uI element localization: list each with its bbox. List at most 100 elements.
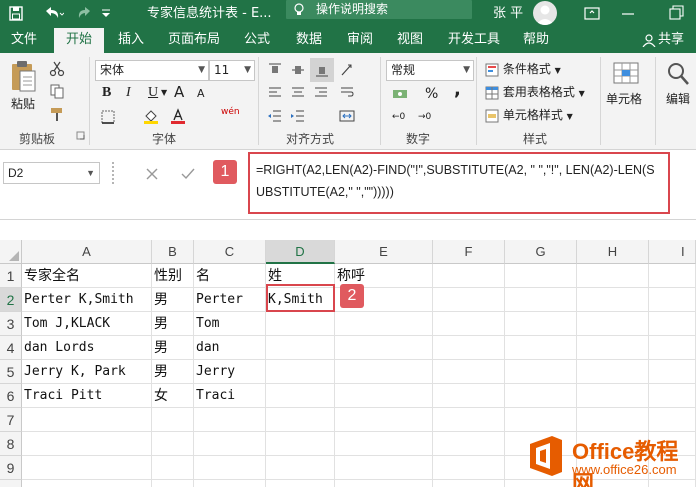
cell-A1[interactable]: 专家全名 — [22, 264, 152, 288]
row-header-1[interactable]: 1 — [0, 264, 22, 288]
percent-button[interactable]: % — [425, 85, 438, 103]
grid-cell[interactable] — [266, 336, 335, 360]
grid-cell[interactable] — [433, 264, 505, 288]
phonetic-button[interactable]: wén — [221, 103, 240, 121]
grid-cell[interactable] — [266, 384, 335, 408]
row-header-8[interactable]: 8 — [0, 432, 22, 456]
grid-cell[interactable] — [266, 312, 335, 336]
grid-cell[interactable] — [577, 336, 649, 360]
paste-button[interactable]: 粘贴 — [8, 59, 38, 117]
grid-cell[interactable] — [433, 384, 505, 408]
grid-cell[interactable] — [433, 432, 505, 456]
grid-cell[interactable] — [577, 408, 649, 432]
wrap-text-icon[interactable] — [339, 85, 355, 101]
grid-cell[interactable] — [335, 456, 433, 480]
cell-C3[interactable]: Tom — [194, 312, 266, 336]
grid-cell[interactable] — [152, 408, 194, 432]
column-header-G[interactable]: G — [505, 240, 577, 264]
align-right-icon[interactable] — [313, 85, 329, 101]
number-format-combo[interactable]: 常规 ▼ — [386, 60, 474, 81]
conditional-format-button[interactable]: 条件格式 ▼ — [485, 60, 561, 80]
grid-cell[interactable] — [152, 480, 194, 487]
border-icon[interactable] — [100, 109, 116, 125]
column-header-A[interactable]: A — [22, 240, 152, 264]
grid-cell[interactable] — [152, 432, 194, 456]
grid-cell[interactable] — [433, 312, 505, 336]
font-name-combo[interactable]: 宋体 ▼ — [95, 60, 209, 81]
cell-A3[interactable]: Tom J,KLACK — [22, 312, 152, 336]
grid-cell[interactable] — [266, 360, 335, 384]
column-header-D[interactable]: D — [266, 240, 335, 264]
grid-cell[interactable] — [335, 336, 433, 360]
format-painter-icon[interactable] — [49, 106, 65, 122]
grid-cell[interactable] — [505, 312, 577, 336]
dialog-launcher-icon[interactable] — [76, 131, 86, 141]
underline-button[interactable]: U — [148, 84, 158, 102]
row-header-5[interactable]: 5 — [0, 360, 22, 384]
tab-data[interactable]: 数据 — [287, 28, 331, 53]
grid-cell[interactable] — [152, 456, 194, 480]
formula-input[interactable]: =RIGHT(A2,LEN(A2)-FIND("!",SUBSTITUTE(A2… — [248, 152, 670, 214]
font-smaller-button[interactable]: A — [197, 85, 205, 103]
grid-cell[interactable] — [22, 408, 152, 432]
tab-formulas[interactable]: 公式 — [235, 28, 279, 53]
decrease-indent-icon[interactable] — [267, 108, 283, 124]
align-left-icon[interactable] — [267, 85, 283, 101]
cell-C5[interactable]: Jerry — [194, 360, 266, 384]
underline-dropdown-icon[interactable]: ▼ — [161, 84, 167, 102]
restore-icon[interactable] — [668, 0, 684, 28]
ribbon-display-icon[interactable] — [584, 0, 600, 28]
cancel-icon[interactable] — [144, 166, 160, 182]
cell-A2[interactable]: Perter K,Smith — [22, 288, 152, 312]
row-header-3[interactable]: 3 — [0, 312, 22, 336]
row-header-9[interactable]: 9 — [0, 456, 22, 480]
cells-button[interactable]: 单元格 — [606, 59, 646, 111]
cell-C2[interactable]: Perter — [194, 288, 266, 312]
grid-cell[interactable] — [649, 288, 696, 312]
row-header-4[interactable]: 4 — [0, 336, 22, 360]
grid-cell[interactable] — [266, 408, 335, 432]
grid-cell[interactable] — [266, 432, 335, 456]
grid-cell[interactable] — [649, 384, 696, 408]
grid-cell[interactable] — [505, 384, 577, 408]
grid-cell[interactable] — [505, 264, 577, 288]
grid-cell[interactable] — [433, 408, 505, 432]
grid-cell[interactable] — [649, 312, 696, 336]
grid-cell[interactable] — [22, 432, 152, 456]
enter-icon[interactable] — [180, 166, 196, 182]
align-center-icon[interactable] — [290, 85, 306, 101]
cell-C4[interactable]: dan — [194, 336, 266, 360]
avatar[interactable] — [533, 1, 557, 25]
align-middle-icon[interactable] — [290, 62, 306, 78]
merge-center-icon[interactable] — [339, 108, 355, 124]
font-color-icon[interactable] — [170, 108, 186, 124]
grid-cell[interactable] — [22, 456, 152, 480]
cell-B5[interactable]: 男 — [152, 360, 194, 384]
cell-style-button[interactable]: 单元格样式 ▼ — [485, 106, 573, 126]
column-header-E[interactable]: E — [335, 240, 433, 264]
row-header-2[interactable]: 2 — [0, 288, 22, 312]
grid-cell[interactable] — [194, 480, 266, 487]
grid-cell[interactable] — [335, 312, 433, 336]
cell-A5[interactable]: Jerry K, Park — [22, 360, 152, 384]
cell-B6[interactable]: 女 — [152, 384, 194, 408]
column-header-B[interactable]: B — [152, 240, 194, 264]
tab-page-layout[interactable]: 页面布局 — [162, 28, 226, 53]
grid-cell[interactable] — [505, 408, 577, 432]
grid-cell[interactable] — [649, 264, 696, 288]
grid-cell[interactable] — [335, 480, 433, 487]
orientation-icon[interactable] — [339, 62, 355, 78]
grid-cell[interactable] — [649, 360, 696, 384]
align-bottom-button[interactable] — [310, 58, 334, 82]
grid-cell[interactable] — [433, 336, 505, 360]
comma-button[interactable]: , — [454, 81, 461, 99]
cell-C1[interactable]: 名 — [194, 264, 266, 288]
grid-cell[interactable] — [266, 480, 335, 487]
cell-C6[interactable]: Traci — [194, 384, 266, 408]
grid-cell[interactable] — [335, 384, 433, 408]
cell-B3[interactable]: 男 — [152, 312, 194, 336]
grid-cell[interactable] — [649, 336, 696, 360]
customize-qat-icon[interactable] — [100, 0, 112, 28]
increase-indent-icon[interactable] — [290, 108, 306, 124]
tell-me-search[interactable]: 操作说明搜索 — [286, 0, 472, 19]
